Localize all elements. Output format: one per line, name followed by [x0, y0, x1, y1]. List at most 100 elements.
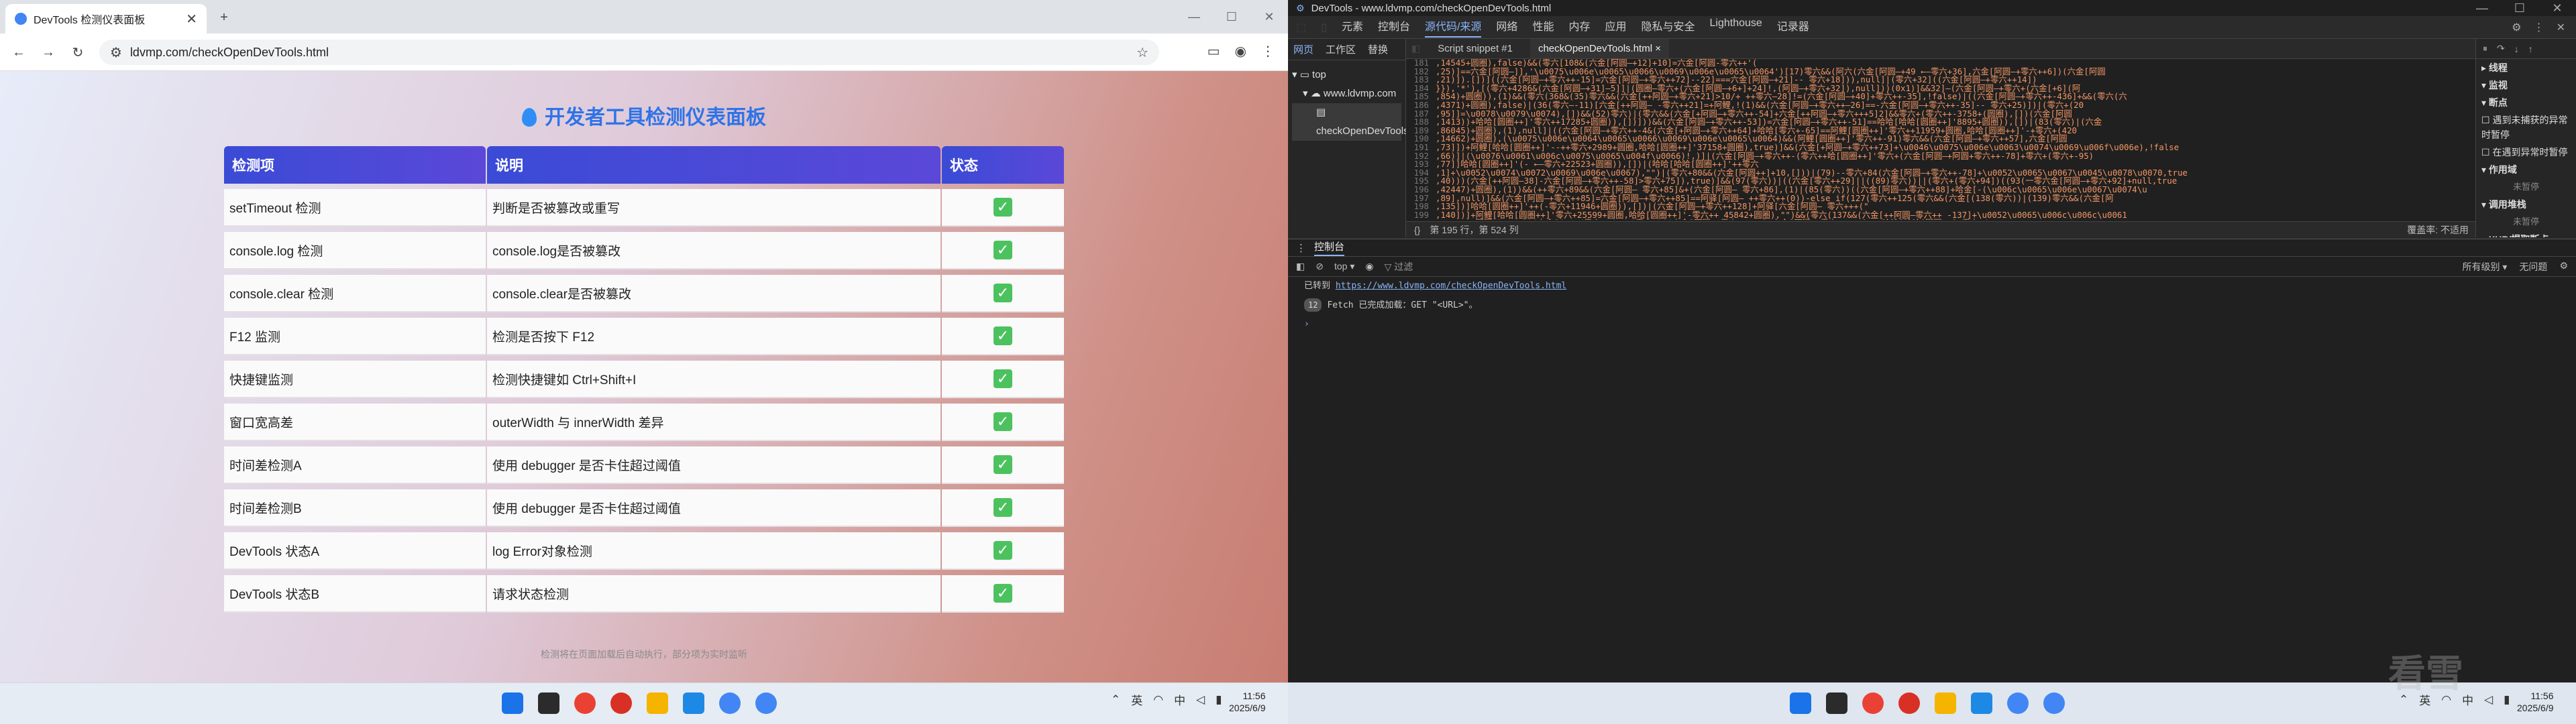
menu-icon[interactable]: ⋮	[1261, 43, 1275, 60]
close-window-icon[interactable]: ✕	[2538, 0, 2576, 16]
terminal-icon[interactable]	[538, 692, 559, 714]
tab-workspace[interactable]: 工作区	[1326, 42, 1356, 56]
toggle-navigator-icon[interactable]: ◧	[1411, 43, 1420, 54]
debugger-section-item[interactable]: ▾ 断点	[2476, 94, 2576, 111]
format-icon[interactable]: {}	[1414, 225, 1420, 235]
row-item: DevTools 状态A	[224, 532, 486, 570]
nav-url[interactable]: https://www.ldvmp.com/checkOpenDevTools.…	[1336, 281, 1566, 291]
code-line[interactable]: 200,15361)+圆圈)),!""]|(六金[(121(零六&&(123(零…	[1406, 219, 2475, 220]
debugger-section-item[interactable]: ☐ 在遇到异常时暂停	[2476, 143, 2576, 161]
browser-icon[interactable]	[719, 692, 741, 714]
back-icon[interactable]: ←	[9, 43, 28, 62]
editor-tab-file[interactable]: checkOpenDevTools.html ×	[1529, 39, 1669, 58]
console-settings-icon[interactable]: ⚙	[2559, 260, 2568, 274]
wifi-icon[interactable]: ◠	[1153, 693, 1163, 707]
step-over-icon[interactable]: ↷	[2497, 43, 2505, 54]
bookmark-star-icon[interactable]: ☆	[1136, 44, 1148, 61]
minimize-icon[interactable]: —	[2463, 0, 2501, 16]
debugger-section-item[interactable]: ▾ 作用域	[2476, 161, 2576, 178]
start-icon[interactable]	[1790, 692, 1811, 714]
tree-item-file[interactable]: ▤ checkOpenDevTools.h...	[1292, 103, 1426, 141]
maximize-icon[interactable]: ☐	[2501, 0, 2538, 16]
panel-tab[interactable]: 控制台	[1378, 17, 1410, 38]
volume-icon[interactable]: ◁	[2484, 693, 2493, 707]
panel-tab[interactable]: 元素	[1342, 17, 1363, 38]
panel-tab[interactable]: 网络	[1496, 17, 1517, 38]
site-info-icon[interactable]: ⚙	[110, 44, 122, 61]
maximize-icon[interactable]: ☐	[1213, 0, 1250, 34]
panel-tab[interactable]: 应用	[1605, 17, 1626, 38]
filter-input[interactable]: ▽ 过滤	[1385, 260, 1413, 274]
clock[interactable]: 11:56 2025/6/9	[1229, 690, 1266, 714]
debugger-section-item[interactable]: ▸ 线程	[2476, 59, 2576, 76]
app-icon[interactable]	[1898, 692, 1920, 714]
browser-icon-2[interactable]	[2043, 692, 2065, 714]
profile-icon[interactable]: ◉	[1235, 43, 1246, 60]
debugger-section-item[interactable]: ▾ 调用堆栈	[2476, 196, 2576, 213]
file-explorer-icon[interactable]	[647, 692, 668, 714]
tab-overrides[interactable]: 替换	[1368, 42, 1388, 56]
browser-icon-2[interactable]	[755, 692, 777, 714]
more-icon[interactable]: ⋮	[2534, 21, 2544, 34]
settings-icon[interactable]: ⚙	[2512, 21, 2521, 34]
panel-tab[interactable]: 性能	[1532, 17, 1554, 38]
panel-tab[interactable]: 隐私与安全	[1641, 17, 1695, 38]
tab-page[interactable]: 网页	[1293, 42, 1313, 56]
battery-icon[interactable]: ▮	[1216, 693, 1222, 707]
sidebar-toggle-icon[interactable]: ◧	[1296, 261, 1305, 272]
address-bar[interactable]: ⚙ ldvmp.com/checkOpenDevTools.html ☆	[99, 40, 1159, 65]
eye-icon[interactable]: ◉	[1365, 261, 1373, 272]
panel-tab[interactable]: Lighthouse	[1710, 17, 1762, 38]
issues-count[interactable]: 无问题	[2519, 260, 2547, 274]
close-tab-icon[interactable]: ✕	[186, 11, 197, 27]
step-into-icon[interactable]: ↓	[2514, 44, 2519, 54]
device-toggle-icon[interactable]: ▯	[1321, 21, 1327, 34]
new-tab-button[interactable]: +	[215, 8, 233, 27]
panel-tab[interactable]: 源代码/来源	[1424, 17, 1482, 38]
pause-icon[interactable]: ⏸	[2483, 43, 2487, 54]
browser-icon[interactable]	[2007, 692, 2029, 714]
log-levels-select[interactable]: 所有级别 ▾	[2463, 260, 2508, 274]
debugger-section-item[interactable]: ☐ 遇到未捕获的异常时暂停	[2476, 111, 2576, 143]
forward-icon[interactable]: →	[39, 43, 58, 62]
console-prompt[interactable]: ›	[1288, 315, 2576, 334]
vscode-icon[interactable]	[1971, 692, 1992, 714]
ime-indicator-2[interactable]: 中	[2462, 691, 2473, 708]
ime-indicator[interactable]: 英	[1131, 691, 1142, 708]
line-number[interactable]: 200	[1406, 219, 1436, 220]
inspect-icon[interactable]: ⬚	[1296, 21, 1306, 34]
browser-tab[interactable]: DevTools 检测仪表面板 ✕	[5, 4, 207, 34]
close-devtools-icon[interactable]: ✕	[2557, 21, 2565, 34]
clock[interactable]: 11:56 2025/6/9	[2517, 690, 2554, 714]
volume-icon[interactable]: ◁	[1196, 693, 1205, 707]
close-window-icon[interactable]: ✕	[1250, 0, 1288, 34]
tree-item-top[interactable]: ▾ ▭ top	[1292, 66, 1401, 84]
clear-console-icon[interactable]: ⊘	[1316, 261, 1324, 272]
battery-icon[interactable]: ▮	[2504, 693, 2510, 707]
cast-icon[interactable]: ▭	[1208, 43, 1220, 60]
code-view[interactable]: 181,14545+圆圈),false)&&(零六[108&(六金[阿圆—+12…	[1406, 59, 2475, 220]
chrome-icon[interactable]	[574, 692, 596, 714]
debugger-section-item[interactable]: ▾ 监视	[2476, 76, 2576, 94]
editor-tab-snippet[interactable]: Script snippet #1	[1438, 43, 1513, 54]
url-text[interactable]: ldvmp.com/checkOpenDevTools.html	[130, 46, 329, 60]
panel-tab[interactable]: 记录器	[1777, 17, 1809, 38]
vscode-icon[interactable]	[683, 692, 704, 714]
terminal-icon[interactable]	[1826, 692, 1847, 714]
app-icon[interactable]	[610, 692, 632, 714]
step-out-icon[interactable]: ↑	[2528, 44, 2533, 54]
tab-console[interactable]: 控制台	[1314, 239, 1345, 256]
tray-arrow-icon[interactable]: ⌃	[1111, 693, 1120, 707]
minimize-icon[interactable]: —	[1175, 0, 1213, 34]
ime-indicator-2[interactable]: 中	[1174, 691, 1185, 708]
drawer-menu-icon[interactable]: ⋮	[1296, 242, 1306, 254]
context-select[interactable]: top ▾	[1334, 261, 1354, 272]
reload-icon[interactable]: ↻	[68, 43, 87, 62]
tree-item-domain[interactable]: ▾ ☁ www.ldvmp.com	[1292, 84, 1401, 103]
start-icon[interactable]	[502, 692, 523, 714]
file-explorer-icon[interactable]	[1935, 692, 1956, 714]
panel-tab[interactable]: 内存	[1568, 17, 1590, 38]
debugger-section-item[interactable]: ▸ XHR/提取断点	[2476, 231, 2576, 237]
chrome-icon[interactable]	[1862, 692, 1884, 714]
clock-date: 2025/6/9	[1229, 703, 1266, 713]
